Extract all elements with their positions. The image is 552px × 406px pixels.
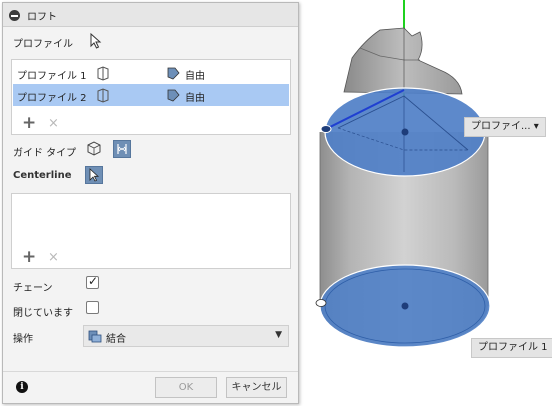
centerline-icon [117,144,127,154]
ok-button[interactable]: OK [155,377,217,398]
centerline-label: Centerline [13,170,72,181]
profile-tag-bottom[interactable]: プロファイル 1 [471,338,552,358]
profile-tag-bottom-label: プロファイル 1 [478,342,548,353]
profile-2-condition[interactable]: 自由 [185,89,205,104]
cancel-button[interactable]: キャンセル [226,377,287,398]
join-icon [88,330,102,343]
bottom-center-point [401,302,409,310]
closed-label: 閉じています [13,308,73,319]
rails-list: + × [11,193,291,269]
profile-1-name: プロファイル 1 [17,71,87,82]
operation-label: 操作 [13,334,33,345]
add-rail-button[interactable]: + [22,249,36,266]
loft-upper-body [343,27,463,95]
free-condition-icon[interactable] [165,87,181,103]
remove-profile-button[interactable]: × [48,117,59,131]
remove-rail-button[interactable]: × [48,251,59,265]
operation-select[interactable]: 結合 ▼ [83,325,289,347]
loft-dialog: ロフト プロファイル プロファイル 1 自由 プロファイル 2 自由 + × ガ… [2,2,299,404]
collapse-icon[interactable] [9,10,20,21]
chain-label: チェーン [13,283,53,294]
closed-checkbox[interactable] [86,301,99,314]
chain-checkbox[interactable] [86,274,99,289]
profile-select-button[interactable] [87,32,105,50]
profile-tag-top[interactable]: プロファイ... ▾ [464,117,546,137]
profile-shape-icon [97,88,109,103]
guide-handle-top [320,125,332,133]
free-condition-icon[interactable] [165,65,181,81]
list-item-profile-1[interactable]: プロファイル 1 自由 [13,62,289,84]
profile-2-name: プロファイル 2 [17,93,87,104]
operation-value: 結合 [106,334,126,345]
cursor-arrow-icon [90,32,102,49]
info-icon[interactable]: i [16,381,28,393]
profile-1-condition[interactable]: 自由 [185,67,205,82]
dialog-header: ロフト [3,3,298,27]
profile-shape-icon [97,66,109,81]
cursor-arrow-icon [89,168,100,182]
guide-type-label: ガイド タイプ [13,148,77,159]
top-center-point [401,128,409,136]
chevron-down-icon: ▼ [275,330,282,340]
profiles-list: プロファイル 1 自由 プロファイル 2 自由 + × [11,59,291,135]
centerline-select-button[interactable] [85,166,103,184]
rails-icon [87,141,101,156]
guide-handle-bottom [315,299,327,307]
dialog-footer: i OK キャンセル [3,371,298,403]
chevron-down-icon: ▾ [533,121,539,132]
dialog-title: ロフト [27,12,57,23]
list-item-profile-2[interactable]: プロファイル 2 自由 [13,84,289,106]
guide-type-rails-button[interactable] [85,140,103,158]
profile-tag-top-label: プロファイ... [471,121,531,132]
profile-label: プロファイル [13,39,73,50]
add-profile-button[interactable]: + [22,115,36,132]
guide-type-centerline-button[interactable] [113,140,131,158]
